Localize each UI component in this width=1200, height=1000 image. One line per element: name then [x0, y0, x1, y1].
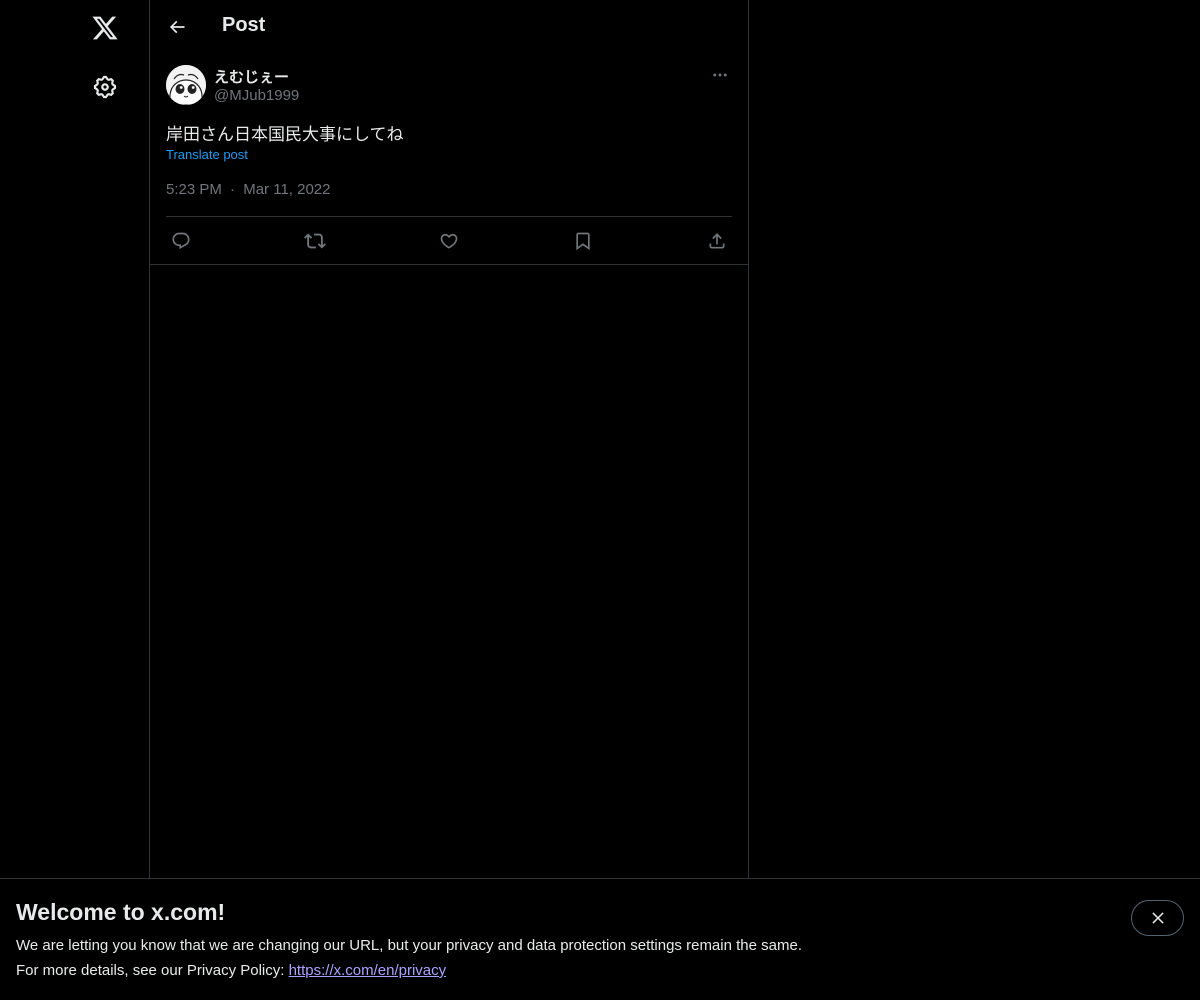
- post-text: 岸田さん日本国民大事にしてね: [166, 125, 404, 144]
- more-horizontal-icon[interactable]: [708, 64, 732, 86]
- banner-privacy-prefix: For more details, see our Privacy Policy…: [16, 962, 289, 979]
- user-handle[interactable]: @MJub1999: [214, 87, 299, 104]
- privacy-policy-link[interactable]: https://x.com/en/privacy: [289, 962, 447, 979]
- post-actions: [166, 217, 732, 265]
- left-nav: [0, 0, 150, 1000]
- banner-privacy-note: For more details, see our Privacy Policy…: [16, 962, 446, 979]
- banner-message: We are letting you know that we are chan…: [16, 937, 802, 954]
- banner-title: Welcome to x.com!: [16, 899, 226, 925]
- like-icon[interactable]: [434, 229, 464, 253]
- arrow-left-icon[interactable]: [160, 10, 194, 44]
- post-time[interactable]: 5:23 PM: [166, 181, 222, 198]
- bookmark-icon[interactable]: [568, 229, 598, 253]
- close-icon[interactable]: [1131, 900, 1184, 936]
- main-column: Post えむじぇー @MJub1999 岸田さん日本国民大事にしてね Tran…: [150, 0, 749, 1000]
- translate-post-link[interactable]: Translate post: [166, 147, 248, 162]
- post: えむじぇー @MJub1999 岸田さん日本国民大事にしてね Translate…: [150, 53, 748, 265]
- gear-icon[interactable]: [80, 62, 130, 112]
- reply-icon[interactable]: [166, 229, 196, 253]
- page-header: Post: [150, 0, 748, 53]
- page: Post えむじぇー @MJub1999 岸田さん日本国民大事にしてね Tran…: [0, 0, 1200, 1000]
- display-name[interactable]: えむじぇー: [214, 66, 289, 87]
- post-date[interactable]: Mar 11, 2022: [243, 181, 330, 198]
- page-title: Post: [222, 14, 266, 36]
- x-logo-icon[interactable]: [80, 3, 130, 53]
- post-meta: 5:23 PM · Mar 11, 2022: [166, 181, 331, 198]
- repost-icon[interactable]: [300, 229, 330, 253]
- avatar[interactable]: [166, 65, 206, 105]
- share-icon[interactable]: [702, 229, 732, 253]
- welcome-banner: Welcome to x.com! We are letting you kno…: [0, 878, 1200, 1000]
- meta-separator: ·: [230, 181, 236, 198]
